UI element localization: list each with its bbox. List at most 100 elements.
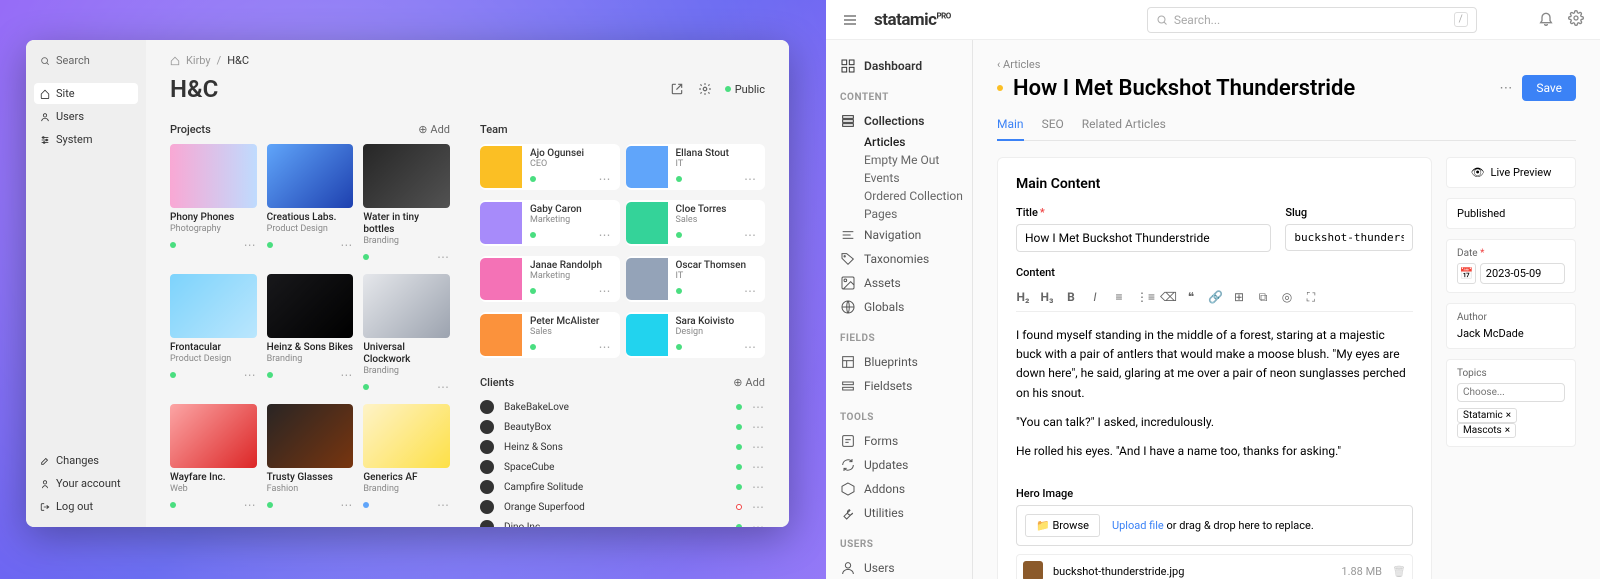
nav-ordered[interactable]: Ordered Collection: [840, 187, 972, 205]
nav-globals[interactable]: Globals: [840, 295, 972, 319]
nav-assets[interactable]: Assets: [840, 271, 972, 295]
more-icon[interactable]: ⋯: [340, 498, 353, 512]
h2-icon[interactable]: H₂: [1016, 290, 1030, 305]
date-input[interactable]: [1480, 263, 1565, 284]
trash-icon[interactable]: 🗑: [1392, 565, 1406, 578]
link-icon[interactable]: 🔗: [1208, 290, 1222, 305]
more-icon[interactable]: ⋯: [244, 238, 257, 252]
bc-root[interactable]: Kirby: [186, 54, 211, 67]
team-member[interactable]: Sara Koivisto Design ⋯: [626, 312, 766, 358]
quote-icon[interactable]: ❝: [1184, 290, 1198, 305]
slug-input[interactable]: [1285, 224, 1413, 251]
more-icon[interactable]: ⋯: [244, 368, 257, 382]
topics-input[interactable]: [1457, 383, 1565, 402]
client-row[interactable]: Campfire Solitude ⋯: [480, 477, 765, 497]
more-icon[interactable]: ⋯: [744, 228, 757, 242]
more-icon[interactable]: ⋯: [340, 238, 353, 252]
search-trigger[interactable]: Search: [34, 50, 138, 71]
clear-icon[interactable]: ⌫: [1160, 290, 1174, 305]
nav-logout[interactable]: Log out: [34, 496, 138, 517]
tab-main[interactable]: Main: [997, 117, 1024, 141]
client-row[interactable]: BakeBakeLove ⋯: [480, 397, 765, 417]
more-icon[interactable]: ⋯: [752, 440, 765, 454]
nav-collections[interactable]: Collections: [840, 109, 972, 133]
table-icon[interactable]: ⊞: [1232, 290, 1246, 305]
bc-page[interactable]: H&C: [227, 54, 249, 67]
nav-changes[interactable]: Changes: [34, 450, 138, 471]
more-icon[interactable]: ⋯: [752, 400, 765, 414]
nav-navigation[interactable]: Navigation: [840, 223, 972, 247]
author-value[interactable]: Jack McDade: [1457, 327, 1565, 340]
file-name[interactable]: buckshot-thunderstride.jpg: [1053, 565, 1184, 578]
tab-seo[interactable]: SEO: [1042, 117, 1064, 140]
team-member[interactable]: Peter McAlister Sales ⋯: [480, 312, 620, 358]
nav-users[interactable]: Users: [840, 556, 972, 579]
calendar-icon[interactable]: 📅: [1457, 263, 1476, 284]
logo[interactable]: statamicPRO: [874, 10, 951, 30]
more-icon[interactable]: ⋯: [340, 368, 353, 382]
topic-tag[interactable]: Statamic ×: [1457, 408, 1517, 423]
project-card[interactable]: Heinz & Sons Bikes Branding ⋯: [267, 274, 354, 394]
client-row[interactable]: Orange Superfood ⋯: [480, 497, 765, 517]
more-icon[interactable]: ⋯: [752, 420, 765, 434]
nav-site[interactable]: Site: [34, 83, 138, 104]
nav-taxonomies[interactable]: Taxonomies: [840, 247, 972, 271]
more-icon[interactable]: ⋯: [437, 498, 450, 512]
more-icon[interactable]: ⋯: [752, 520, 765, 527]
public-badge[interactable]: Public: [725, 83, 765, 96]
code-icon[interactable]: ◎: [1280, 290, 1294, 305]
project-card[interactable]: Trusty Glasses Fashion ⋯: [267, 404, 354, 512]
live-preview-button[interactable]: 👁 Live Preview: [1446, 157, 1576, 188]
image-icon[interactable]: ⧉: [1256, 290, 1270, 305]
client-row[interactable]: Heinz & Sons ⋯: [480, 437, 765, 457]
content-editor[interactable]: I found myself standing in the middle of…: [1016, 320, 1413, 477]
client-row[interactable]: SpaceCube ⋯: [480, 457, 765, 477]
nav-addons[interactable]: Addons: [840, 477, 972, 501]
more-icon[interactable]: ⋯: [744, 340, 757, 354]
nav-utilities[interactable]: Utilities: [840, 501, 972, 525]
nav-events[interactable]: Events: [840, 169, 972, 187]
team-member[interactable]: Ajo Ogunsei CEO ⋯: [480, 144, 620, 190]
global-search[interactable]: Search... /: [1147, 7, 1477, 33]
gear-icon[interactable]: [697, 81, 713, 97]
nav-articles[interactable]: Articles: [840, 133, 972, 151]
nav-updates[interactable]: Updates: [840, 453, 972, 477]
nav-forms[interactable]: Forms: [840, 429, 972, 453]
project-card[interactable]: Wayfare Inc. Web ⋯: [170, 404, 257, 512]
published-toggle[interactable]: Published: [1446, 198, 1576, 229]
expand-icon[interactable]: ⛶: [1304, 290, 1318, 305]
notifications-icon[interactable]: [1538, 10, 1554, 30]
h3-icon[interactable]: H₃: [1040, 290, 1054, 305]
team-member[interactable]: Ellana Stout IT ⋯: [626, 144, 766, 190]
client-row[interactable]: Dino Inc. ⋯: [480, 517, 765, 527]
more-icon[interactable]: ⋯: [437, 380, 450, 394]
more-icon[interactable]: ⋯: [599, 228, 612, 242]
more-icon[interactable]: ⋯: [599, 284, 612, 298]
ul-icon[interactable]: ≡: [1112, 290, 1126, 305]
more-icon[interactable]: ⋯: [744, 284, 757, 298]
nav-account[interactable]: Your account: [34, 473, 138, 494]
upload-dropzone[interactable]: 📁 Browse Upload file or drag & drop here…: [1016, 505, 1413, 546]
italic-icon[interactable]: I: [1088, 290, 1102, 305]
project-card[interactable]: Creatious Labs. Product Design ⋯: [267, 144, 354, 264]
nav-empty[interactable]: Empty Me Out: [840, 151, 972, 169]
add-client-button[interactable]: ⊕Add: [733, 376, 765, 389]
more-icon[interactable]: ⋯: [752, 460, 765, 474]
topic-tag[interactable]: Mascots ×: [1457, 423, 1516, 438]
nav-system[interactable]: System: [34, 129, 138, 150]
more-icon[interactable]: ⋯: [599, 340, 612, 354]
more-icon[interactable]: ⋯: [599, 172, 612, 186]
more-icon[interactable]: ⋯: [244, 498, 257, 512]
browse-button[interactable]: 📁 Browse: [1025, 514, 1100, 537]
upload-link[interactable]: Upload file: [1112, 519, 1164, 532]
team-member[interactable]: Oscar Thomsen IT ⋯: [626, 256, 766, 302]
more-icon[interactable]: ⋯: [752, 480, 765, 494]
more-icon[interactable]: ⋯: [437, 250, 450, 264]
nav-blueprints[interactable]: Blueprints: [840, 350, 972, 374]
team-member[interactable]: Cloe Torres Sales ⋯: [626, 200, 766, 246]
breadcrumb-articles[interactable]: ‹ Articles: [997, 58, 1576, 71]
bold-icon[interactable]: B: [1064, 290, 1078, 305]
nav-users[interactable]: Users: [34, 106, 138, 127]
nav-fieldsets[interactable]: Fieldsets: [840, 374, 972, 398]
more-menu[interactable]: ⋯: [1499, 81, 1512, 96]
